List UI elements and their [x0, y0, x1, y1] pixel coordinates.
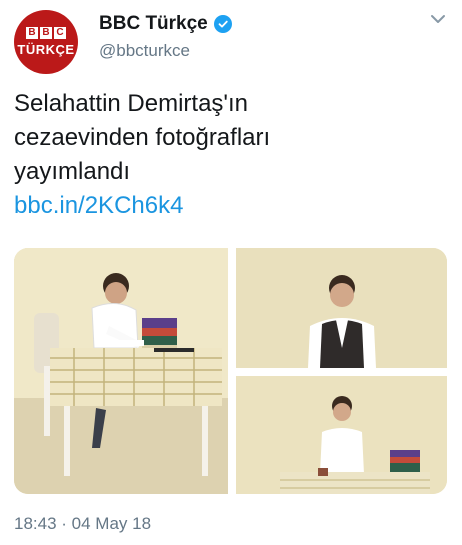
media-photo-2[interactable]: [236, 248, 447, 368]
bbc-logo-letter: C: [54, 27, 66, 39]
bbc-logo: B B C: [26, 27, 66, 39]
media-photo-3[interactable]: [236, 376, 447, 494]
tweet-text-line: cezaevinden fotoğrafları: [14, 124, 271, 151]
avatar-subtitle: TÜRKÇE: [17, 42, 75, 57]
bbc-logo-letter: B: [40, 27, 52, 39]
tweet-text-line: Selahattin Demirtaş'ın: [14, 90, 249, 117]
media-grid: [14, 248, 447, 494]
author-name-row: BBC Türkçe: [99, 13, 232, 35]
tweet-timestamp[interactable]: 18:43 · 04 May 18: [14, 514, 151, 534]
media-photo-1[interactable]: [14, 248, 228, 494]
tweet-text-line: yayımlandı: [14, 158, 131, 185]
bbc-logo-letter: B: [26, 27, 38, 39]
avatar[interactable]: B B C TÜRKÇE: [14, 10, 78, 74]
verified-badge-icon: [213, 15, 232, 33]
chevron-down-icon[interactable]: [430, 14, 446, 24]
tweet-text: Selahattin Demirtaş'ın cezaevinden fotoğ…: [14, 87, 444, 223]
tweet-link[interactable]: bbc.in/2KCh6k4: [14, 189, 444, 223]
user-handle[interactable]: @bbcturkce: [99, 41, 190, 61]
display-name[interactable]: BBC Türkçe: [99, 13, 208, 35]
